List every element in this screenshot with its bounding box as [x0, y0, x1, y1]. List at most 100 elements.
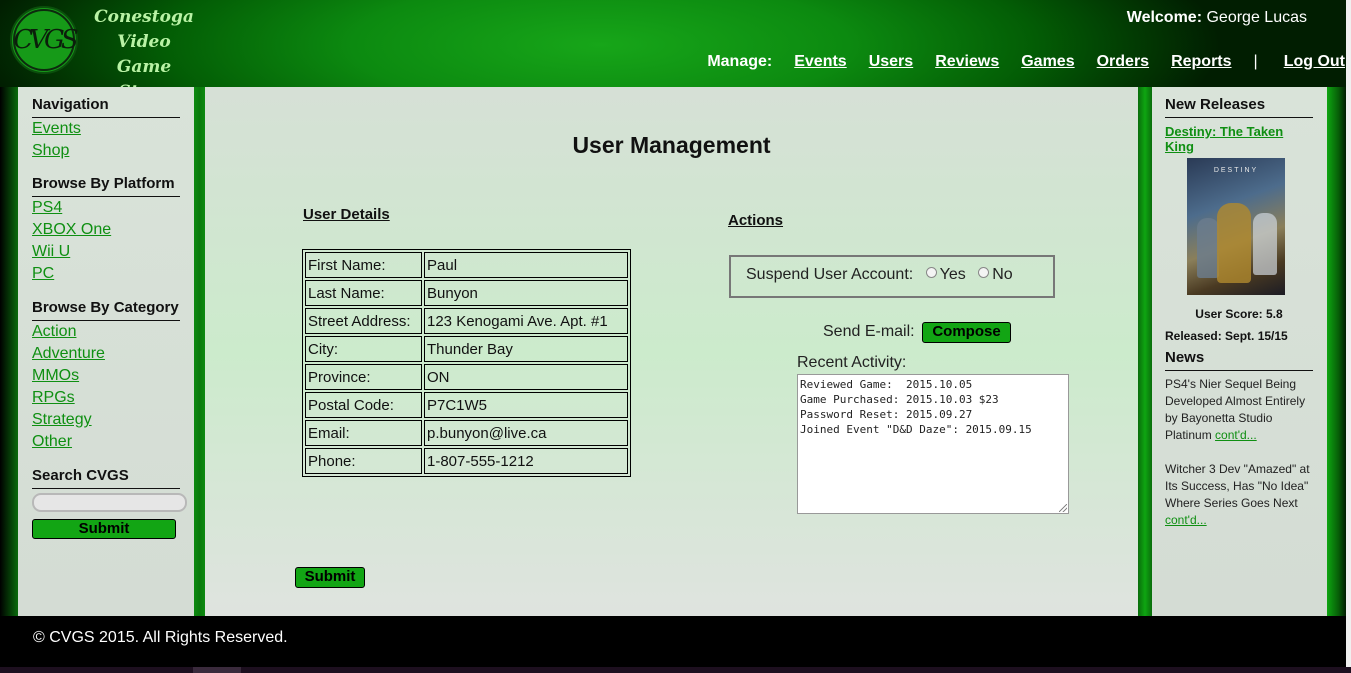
category-link-rpgs[interactable]: RPGs — [32, 387, 187, 409]
left-border — [0, 87, 18, 616]
submit-button[interactable]: Submit — [295, 567, 365, 588]
news-item: Witcher 3 Dev "Amazed" at Its Success, H… — [1165, 461, 1313, 529]
suspend-label: Suspend User Account: — [746, 266, 914, 283]
table-row: Postal Code: P7C1W5 — [305, 392, 628, 418]
suspend-no-radio[interactable] — [978, 267, 990, 278]
table-row: Province: ON — [305, 364, 628, 390]
category-link-other[interactable]: Other — [32, 431, 187, 453]
table-row: Last Name: Bunyon — [305, 280, 628, 306]
site-footer: © CVGS 2015. All Rights Reserved. — [0, 616, 1346, 667]
suspend-yes-label[interactable]: Yes — [940, 266, 966, 283]
welcome-user: George Lucas — [1206, 9, 1307, 26]
main-content: User Management User Details First Name:… — [205, 87, 1138, 616]
resize-grip-icon[interactable] — [1059, 504, 1067, 512]
street-address-label: Street Address: — [305, 308, 422, 334]
send-email-label: Send E-mail: — [823, 323, 915, 340]
nav-reports[interactable]: Reports — [1171, 53, 1231, 71]
cover-figure — [1197, 218, 1219, 278]
compose-button[interactable]: Compose — [922, 322, 1011, 343]
suspend-yes-radio[interactable] — [925, 267, 937, 278]
site-header: CVGS Conestoga Video Game Store Welcome:… — [0, 0, 1351, 102]
nav-events[interactable]: Events — [794, 53, 846, 71]
bottom-bar — [0, 667, 1351, 673]
category-link-strategy[interactable]: Strategy — [32, 409, 187, 431]
nav-users[interactable]: Users — [869, 53, 913, 71]
recent-activity-text: Reviewed Game: 2015.10.05 Game Purchased… — [800, 378, 1032, 436]
phone-label: Phone: — [305, 448, 422, 474]
user-details-heading: User Details — [303, 206, 390, 223]
postal-code-value: P7C1W5 — [424, 392, 628, 418]
table-row: City: Thunder Bay — [305, 336, 628, 362]
logo-line: Video Game — [116, 32, 172, 77]
category-link-adventure[interactable]: Adventure — [32, 343, 187, 365]
user-score: User Score: 5.8 — [1195, 307, 1283, 321]
last-name-label: Last Name: — [305, 280, 422, 306]
platform-link-pc[interactable]: PC — [32, 263, 187, 285]
copyright-text: © CVGS 2015. All Rights Reserved. — [33, 629, 288, 646]
left-sidebar: Navigation Events Shop Browse By Platfor… — [18, 87, 194, 616]
cover-figure — [1217, 203, 1251, 283]
postal-code-label: Postal Code: — [305, 392, 422, 418]
release-title-link[interactable]: Destiny: The Taken King — [1165, 124, 1313, 154]
new-releases-heading: New Releases — [1165, 94, 1313, 118]
game-cover-image[interactable]: DESTINY — [1187, 158, 1285, 295]
first-name-value: Paul — [424, 252, 628, 278]
left-divider — [194, 87, 205, 616]
city-value: Thunder Bay — [424, 336, 628, 362]
platform-link-wii-u[interactable]: Wii U — [32, 241, 187, 263]
cover-figure — [1253, 213, 1277, 275]
table-row: Phone: 1-807-555-1212 — [305, 448, 628, 474]
welcome-message: Welcome: George Lucas — [1127, 9, 1307, 27]
nav-games[interactable]: Games — [1021, 53, 1074, 71]
sidebar-link-events[interactable]: Events — [32, 118, 187, 140]
cvgs-logo[interactable]: CVGS — [10, 6, 79, 74]
platform-link-xbox-one[interactable]: XBOX One — [32, 219, 187, 241]
category-link-action[interactable]: Action — [32, 321, 187, 343]
manage-label: Manage: — [707, 53, 773, 70]
news-heading: News — [1165, 347, 1313, 371]
right-divider — [1138, 87, 1152, 616]
search-heading: Search CVGS — [32, 465, 180, 489]
category-heading: Browse By Category — [32, 297, 180, 321]
welcome-label: Welcome: — [1126, 9, 1203, 26]
bottom-tab[interactable] — [193, 667, 241, 673]
email-value: p.bunyon@live.ca — [424, 420, 628, 446]
admin-nav: Manage: Events Users Reviews Games Order… — [707, 53, 1345, 71]
news-contd-link[interactable]: cont'd... — [1215, 428, 1257, 442]
nav-separator: | — [1253, 53, 1258, 70]
city-label: City: — [305, 336, 422, 362]
province-label: Province: — [305, 364, 422, 390]
platform-heading: Browse By Platform — [32, 173, 180, 197]
first-name-label: First Name: — [305, 252, 422, 278]
suspend-account-group: Suspend User Account: Yes No — [729, 255, 1055, 298]
logo-initials: CVGS — [13, 9, 79, 71]
recent-activity-textarea[interactable]: Reviewed Game: 2015.10.05 Game Purchased… — [797, 374, 1069, 514]
province-value: ON — [424, 364, 628, 390]
category-link-mmos[interactable]: MMOs — [32, 365, 187, 387]
email-label: Email: — [305, 420, 422, 446]
news-item: PS4's Nier Sequel Being Developed Almost… — [1165, 376, 1313, 444]
logo-line: Conestoga — [94, 7, 194, 27]
table-row: Email: p.bunyon@live.ca — [305, 420, 628, 446]
search-submit-button[interactable]: Submit — [32, 519, 176, 539]
phone-value: 1-807-555-1212 — [424, 448, 628, 474]
platform-link-ps4[interactable]: PS4 — [32, 197, 187, 219]
cover-logo: DESTINY — [1213, 167, 1259, 174]
last-name-value: Bunyon — [424, 280, 628, 306]
table-row: Street Address: 123 Kenogami Ave. Apt. #… — [305, 308, 628, 334]
nav-orders[interactable]: Orders — [1097, 53, 1149, 71]
recent-activity-label: Recent Activity: — [797, 354, 907, 371]
news-contd-link[interactable]: cont'd... — [1165, 513, 1207, 527]
street-address-value: 123 Kenogami Ave. Apt. #1 — [424, 308, 628, 334]
logout-link[interactable]: Log Out — [1284, 53, 1345, 71]
search-input[interactable] — [32, 493, 187, 512]
news-text: Witcher 3 Dev "Amazed" at Its Success, H… — [1165, 462, 1310, 510]
page-title: User Management — [572, 132, 771, 158]
suspend-no-label[interactable]: No — [992, 266, 1012, 283]
sidebar-link-shop[interactable]: Shop — [32, 140, 187, 162]
nav-reviews[interactable]: Reviews — [935, 53, 999, 71]
right-border — [1327, 87, 1346, 616]
actions-heading: Actions — [728, 212, 784, 229]
page-scrollbar[interactable] — [1346, 0, 1351, 673]
navigation-heading: Navigation — [32, 94, 180, 118]
